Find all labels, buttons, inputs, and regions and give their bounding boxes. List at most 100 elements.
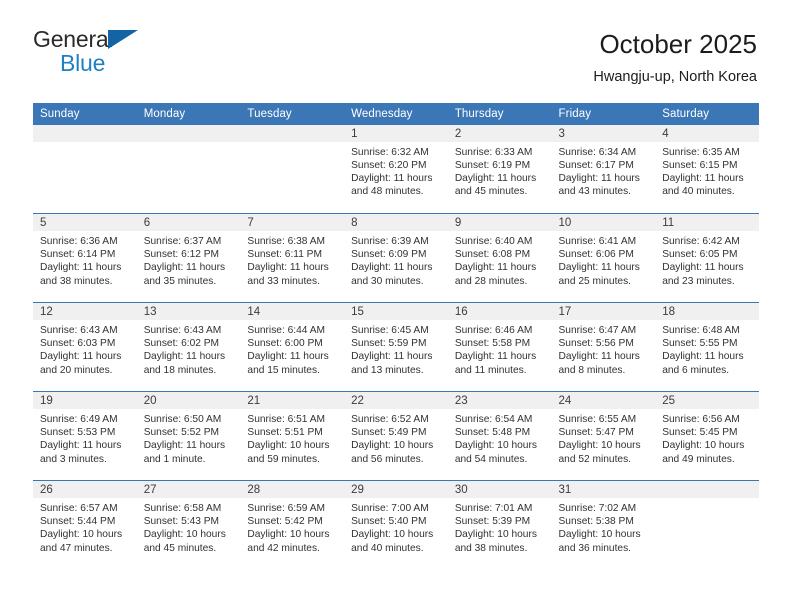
daylight-text-line2: and 49 minutes. <box>662 453 735 465</box>
day-number <box>136 124 241 142</box>
sunrise-text: Sunrise: 6:57 AM <box>40 503 118 515</box>
daylight-text-line1: Daylight: 10 hours <box>558 529 641 541</box>
day-details: Sunrise: 6:41 AM Sunset: 6:06 PM Daylight:… <box>552 231 656 288</box>
calendar-day-cell[interactable]: 6 Sunrise: 6:37 AM Sunset: 6:12 PM Daylight… <box>136 213 241 303</box>
daylight-text-line2: and 1 minute. <box>143 453 206 465</box>
calendar-day-cell[interactable]: 5 Sunrise: 6:36 AM Sunset: 6:14 PM Daylight… <box>33 213 137 303</box>
sunrise-text: Sunrise: 6:49 AM <box>40 414 118 426</box>
calendar-day-cell[interactable]: 10 Sunrise: 6:41 AM Sunset: 6:06 PM Dayligh… <box>551 213 656 303</box>
daylight-text-line2: and 6 minutes. <box>662 364 730 376</box>
calendar-day-cell[interactable]: 13 Sunrise: 6:43 AM Sunset: 6:02 PM Dayligh… <box>136 302 241 392</box>
calendar-week-row: 1 Sunrise: 6:32 AM Sunset: 6:20 PM Daylight… <box>33 124 759 214</box>
calendar-day-cell[interactable]: 24 Sunrise: 6:55 AM Sunset: 5:47 PM Dayligh… <box>551 391 656 481</box>
daylight-text-line1: Daylight: 11 hours <box>454 172 537 184</box>
day-details: Sunrise: 6:59 AM Sunset: 5:42 PM Daylight:… <box>240 498 344 555</box>
day-number: 9 <box>447 214 552 232</box>
day-number: 19 <box>33 392 137 410</box>
weekday-header-row: Sunday Monday Tuesday Wednesday Thursday… <box>33 102 759 125</box>
calendar-empty-cell <box>33 124 137 214</box>
calendar-day-cell[interactable]: 15 Sunrise: 6:45 AM Sunset: 5:59 PM Dayligh… <box>344 302 448 392</box>
sunset-text: Sunset: 6:09 PM <box>351 249 427 261</box>
calendar-day-cell[interactable]: 16 Sunrise: 6:46 AM Sunset: 5:58 PM Dayligh… <box>447 302 552 392</box>
calendar-day-cell[interactable]: 29 Sunrise: 7:00 AM Sunset: 5:40 PM Dayligh… <box>344 480 448 570</box>
calendar-day-cell[interactable]: 21 Sunrise: 6:51 AM Sunset: 5:51 PM Dayligh… <box>240 391 345 481</box>
daylight-text-line2: and 35 minutes. <box>143 275 217 287</box>
day-number: 16 <box>447 303 552 321</box>
calendar-day-cell[interactable]: 25 Sunrise: 6:56 AM Sunset: 5:45 PM Dayligh… <box>655 391 759 481</box>
daylight-text-line1: Daylight: 10 hours <box>351 529 434 541</box>
sunrise-text: Sunrise: 6:34 AM <box>558 146 637 158</box>
sunrise-text: Sunrise: 6:51 AM <box>247 414 325 426</box>
calendar-day-cell[interactable]: 2 Sunrise: 6:33 AM Sunset: 6:19 PM Daylight… <box>447 124 552 214</box>
daylight-text-line1: Daylight: 11 hours <box>143 351 226 363</box>
page-subtitle: Hwangju-up, North Korea <box>593 68 757 85</box>
calendar-empty-cell <box>136 124 241 214</box>
calendar-day-cell[interactable]: 7 Sunrise: 6:38 AM Sunset: 6:11 PM Daylight… <box>240 213 345 303</box>
day-details: Sunrise: 6:44 AM Sunset: 6:00 PM Daylight:… <box>240 320 344 377</box>
calendar-day-cell[interactable]: 27 Sunrise: 6:58 AM Sunset: 5:43 PM Dayligh… <box>136 480 241 570</box>
day-number: 31 <box>551 481 656 499</box>
calendar-day-cell[interactable]: 1 Sunrise: 6:32 AM Sunset: 6:20 PM Daylight… <box>344 124 448 214</box>
page-masthead: General Blue October 2025 Hwangju-up, No… <box>0 0 792 86</box>
logo-text-blue: Blue <box>60 50 106 76</box>
calendar-day-cell[interactable]: 22 Sunrise: 6:52 AM Sunset: 5:49 PM Dayligh… <box>344 391 448 481</box>
day-number: 4 <box>655 124 759 142</box>
daylight-text-line2: and 48 minutes. <box>351 186 424 198</box>
calendar-day-cell[interactable]: 8 Sunrise: 6:39 AM Sunset: 6:09 PM Daylight… <box>344 213 448 303</box>
calendar-day-cell[interactable]: 17 Sunrise: 6:47 AM Sunset: 5:56 PM Dayligh… <box>551 302 656 392</box>
general-blue-logo: General Blue <box>33 28 153 76</box>
calendar-day-cell[interactable]: 18 Sunrise: 6:48 AM Sunset: 5:55 PM Dayligh… <box>655 302 759 392</box>
daylight-text-line1: Daylight: 11 hours <box>143 262 226 274</box>
page-title: October 2025 <box>599 29 757 59</box>
day-details: Sunrise: 6:37 AM Sunset: 6:12 PM Daylight:… <box>137 231 241 288</box>
daylight-text-line2: and 20 minutes. <box>40 364 113 376</box>
sunset-text: Sunset: 5:53 PM <box>40 427 116 439</box>
calendar-day-cell[interactable]: 3 Sunrise: 6:34 AM Sunset: 6:17 PM Daylight… <box>551 124 656 214</box>
sunrise-text: Sunrise: 6:33 AM <box>454 146 533 158</box>
calendar-week-row: 12 Sunrise: 6:43 AM Sunset: 6:03 PM Dayligh… <box>33 302 759 392</box>
sunrise-text: Sunrise: 6:43 AM <box>143 325 222 337</box>
daylight-text-line2: and 54 minutes. <box>454 453 528 465</box>
day-number: 25 <box>655 392 759 410</box>
calendar-day-cell[interactable]: 4 Sunrise: 6:35 AM Sunset: 6:15 PM Daylight… <box>655 124 759 214</box>
sunrise-text: Sunrise: 6:35 AM <box>662 146 740 158</box>
day-number <box>240 124 345 142</box>
daylight-text-line1: Daylight: 11 hours <box>454 351 537 363</box>
day-number: 10 <box>551 214 656 232</box>
sunrise-text: Sunrise: 6:58 AM <box>143 503 222 515</box>
calendar-day-cell[interactable]: 9 Sunrise: 6:40 AM Sunset: 6:08 PM Daylight… <box>447 213 552 303</box>
day-details: Sunrise: 6:57 AM Sunset: 5:44 PM Daylight:… <box>33 498 137 555</box>
daylight-text-line2: and 40 minutes. <box>662 186 735 198</box>
sunset-text: Sunset: 5:47 PM <box>558 427 634 439</box>
sunset-text: Sunset: 6:15 PM <box>662 159 738 171</box>
day-details: Sunrise: 6:52 AM Sunset: 5:49 PM Daylight:… <box>344 409 448 466</box>
day-details: Sunrise: 6:39 AM Sunset: 6:09 PM Daylight:… <box>344 231 448 288</box>
daylight-text-line2: and 23 minutes. <box>662 275 735 287</box>
daylight-text-line2: and 43 minutes. <box>558 186 632 198</box>
sunset-text: Sunset: 6:14 PM <box>40 249 116 261</box>
calendar-day-cell[interactable]: 28 Sunrise: 6:59 AM Sunset: 5:42 PM Dayligh… <box>240 480 345 570</box>
calendar-day-cell[interactable]: 12 Sunrise: 6:43 AM Sunset: 6:03 PM Dayligh… <box>33 302 137 392</box>
calendar-day-cell[interactable]: 30 Sunrise: 7:01 AM Sunset: 5:39 PM Dayligh… <box>447 480 552 570</box>
daylight-text-line1: Daylight: 11 hours <box>662 351 744 363</box>
day-number: 29 <box>344 481 448 499</box>
calendar-day-cell[interactable]: 14 Sunrise: 6:44 AM Sunset: 6:00 PM Dayligh… <box>240 302 345 392</box>
day-number: 17 <box>551 303 656 321</box>
calendar-day-cell[interactable]: 19 Sunrise: 6:49 AM Sunset: 5:53 PM Dayligh… <box>33 391 137 481</box>
calendar-day-cell[interactable]: 20 Sunrise: 6:50 AM Sunset: 5:52 PM Dayligh… <box>136 391 241 481</box>
daylight-text-line2: and 28 minutes. <box>454 275 528 287</box>
sunset-text: Sunset: 6:02 PM <box>143 338 220 350</box>
daylight-text-line2: and 45 minutes. <box>143 542 217 554</box>
day-details: Sunrise: 6:54 AM Sunset: 5:48 PM Daylight:… <box>448 409 552 466</box>
day-details: Sunrise: 7:01 AM Sunset: 5:39 PM Daylight:… <box>448 498 552 555</box>
day-details: Sunrise: 6:35 AM Sunset: 6:15 PM Daylight:… <box>655 142 759 199</box>
sunrise-text: Sunrise: 6:41 AM <box>558 236 637 248</box>
daylight-text-line2: and 25 minutes. <box>558 275 632 287</box>
calendar-day-cell[interactable]: 31 Sunrise: 7:02 AM Sunset: 5:38 PM Dayligh… <box>551 480 656 570</box>
sunset-text: Sunset: 6:06 PM <box>558 249 634 261</box>
calendar-day-cell[interactable]: 11 Sunrise: 6:42 AM Sunset: 6:05 PM Dayligh… <box>655 213 759 303</box>
calendar-day-cell[interactable]: 26 Sunrise: 6:57 AM Sunset: 5:44 PM Dayligh… <box>33 480 137 570</box>
calendar-day-cell[interactable]: 23 Sunrise: 6:54 AM Sunset: 5:48 PM Dayligh… <box>447 391 552 481</box>
daylight-text-line1: Daylight: 11 hours <box>558 262 640 274</box>
daylight-text-line1: Daylight: 11 hours <box>40 262 122 274</box>
